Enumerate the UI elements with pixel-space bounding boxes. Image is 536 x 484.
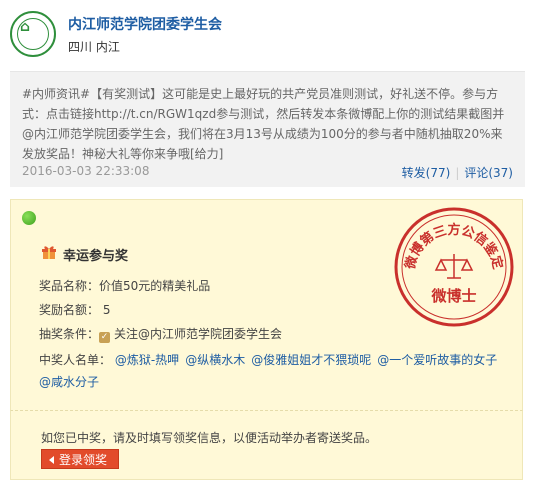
claim-notice: 如您已中奖，请及时填写领奖信息，以便活动举办者寄送奖品。 登录领奖 xyxy=(10,410,523,480)
prize-count-row: 奖励名额： 5 xyxy=(39,301,110,319)
claim-message: 如您已中奖，请及时填写领奖信息，以便活动举办者寄送奖品。 xyxy=(41,431,378,445)
winner-link[interactable]: @炼狱-热呷 xyxy=(115,353,179,367)
condition-label: 抽奖条件： xyxy=(39,327,100,341)
winner-link[interactable]: @一个爱听故事的女子 xyxy=(377,353,497,367)
prize-count-label: 奖励名额： xyxy=(39,303,100,317)
prize-name-value: 价值50元的精美礼品 xyxy=(99,279,211,293)
winners-row: 中奖人名单： @炼狱-热呷 @纵横水木 @俊雅姐姐才不猥琐呢 @一个爱听故事的女子 @咸… xyxy=(39,349,509,393)
school-logo[interactable]: ⌂ xyxy=(10,11,56,57)
profile-location: 四川 内江 xyxy=(68,40,120,54)
arrow-left-icon xyxy=(49,456,54,464)
condition-value: 关注@内江师范学院团委学生会 xyxy=(114,327,283,341)
condition-row: 抽奖条件： ✓ 关注@内江师范学院团委学生会 xyxy=(39,325,282,343)
lottery-panel: 幸运参与奖 奖品名称：价值50元的精美礼品 奖励名额： 5 抽奖条件： ✓ 关注@内… xyxy=(10,199,523,410)
winner-link[interactable]: @纵横水木 xyxy=(185,353,245,367)
post-actions: 转发(77) | 评论(37) xyxy=(402,164,513,181)
prize-name-row: 奖品名称：价值50元的精美礼品 xyxy=(39,277,210,295)
post-card: #内师资讯#【有奖测试】这可能是史上最好玩的共产党员准则测试，好礼送不停。参与方… xyxy=(10,71,525,187)
green-dot-icon xyxy=(22,211,36,225)
gift-icon xyxy=(42,246,56,259)
logo-mark: ⌂ xyxy=(20,19,31,35)
comment-link[interactable]: 评论(37) xyxy=(464,166,513,180)
profile-name[interactable]: 内江师范学院团委学生会 xyxy=(68,14,222,34)
claim-prize-label: 登录领奖 xyxy=(59,453,108,467)
profile-header: ⌂ 内江师范学院团委学生会 四川 内江 xyxy=(0,0,536,70)
prize-name-label: 奖品名称： xyxy=(39,279,100,293)
action-separator: | xyxy=(455,166,460,180)
lottery-title: 幸运参与奖 xyxy=(63,249,129,264)
winner-link[interactable]: @咸水分子 xyxy=(39,375,99,389)
claim-prize-button[interactable]: 登录领奖 xyxy=(41,449,119,469)
post-text: #内师资讯#【有奖测试】这可能是史上最好玩的共产党员准则测试，好礼送不停。参与方… xyxy=(22,87,505,161)
verification-stamp: 微博第三方公信鉴定 微博士 xyxy=(394,207,514,327)
stamp-bottom-text: 微博士 xyxy=(430,287,476,305)
winner-link[interactable]: @俊雅姐姐才不猥琐呢 xyxy=(251,353,371,367)
post-time[interactable]: 2016-03-03 22:33:08 xyxy=(22,164,149,178)
prize-count-value: 5 xyxy=(102,303,111,317)
winners-label: 中奖人名单： xyxy=(39,353,112,367)
scales-icon xyxy=(434,254,474,279)
checkbox-icon: ✓ xyxy=(99,332,111,343)
repost-link[interactable]: 转发(77) xyxy=(402,166,451,180)
